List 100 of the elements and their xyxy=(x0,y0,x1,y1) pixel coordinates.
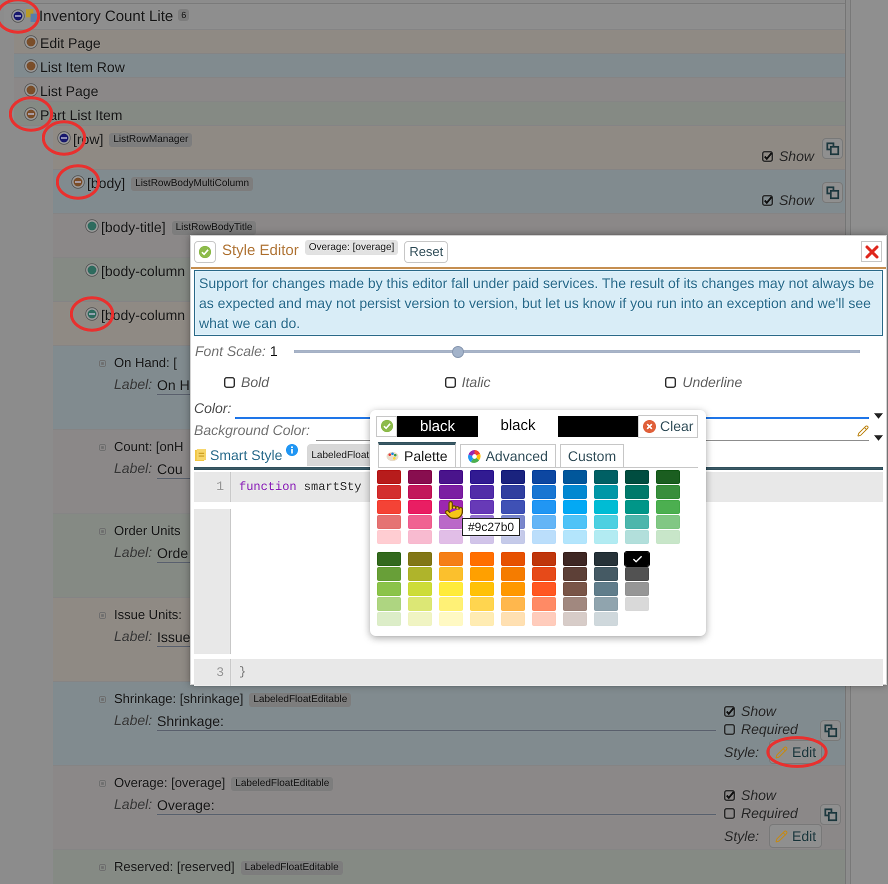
label-field[interactable]: Shrinkage: xyxy=(157,712,716,731)
color-swatch[interactable] xyxy=(501,552,525,566)
color-swatch[interactable] xyxy=(501,582,525,596)
color-swatch[interactable] xyxy=(408,552,432,566)
color-swatch[interactable] xyxy=(625,470,649,484)
color-swatch[interactable] xyxy=(439,530,463,544)
color-swatch[interactable] xyxy=(501,567,525,581)
color-swatch[interactable] xyxy=(377,612,401,626)
checkbox[interactable] xyxy=(724,790,735,800)
color-swatch[interactable] xyxy=(377,567,401,581)
color-swatch[interactable] xyxy=(625,567,649,581)
dropdown-caret-icon[interactable] xyxy=(874,413,883,419)
node-title[interactable]: [body-title] xyxy=(101,219,166,235)
color-swatch[interactable] xyxy=(594,515,618,529)
close-button[interactable] xyxy=(861,241,882,262)
color-swatch[interactable] xyxy=(377,515,401,529)
color-swatch[interactable] xyxy=(439,470,463,484)
color-swatch[interactable] xyxy=(408,500,432,514)
color-swatch[interactable] xyxy=(377,530,401,544)
color-swatch[interactable] xyxy=(563,552,587,566)
bullet-icon[interactable] xyxy=(99,696,106,702)
color-swatch[interactable] xyxy=(470,567,494,581)
color-swatch[interactable] xyxy=(594,485,618,499)
color-swatch[interactable] xyxy=(625,515,649,529)
color-swatch[interactable] xyxy=(563,567,587,581)
checkbox[interactable] xyxy=(444,376,456,388)
color-swatch[interactable] xyxy=(625,552,649,566)
bullet-icon[interactable] xyxy=(99,444,106,450)
color-swatch[interactable] xyxy=(408,530,432,544)
color-swatch[interactable] xyxy=(594,612,618,626)
color-swatch[interactable] xyxy=(470,582,494,596)
picker-tab[interactable]: Custom xyxy=(560,444,624,467)
expand-icon[interactable] xyxy=(85,263,99,277)
color-swatch[interactable] xyxy=(439,582,463,596)
color-swatch[interactable] xyxy=(563,530,587,544)
color-swatch[interactable] xyxy=(625,582,649,596)
color-swatch[interactable] xyxy=(377,582,401,596)
checkbox[interactable] xyxy=(762,194,773,206)
color-swatch[interactable] xyxy=(532,597,556,611)
collapse-icon[interactable] xyxy=(11,9,25,23)
color-swatch[interactable] xyxy=(408,612,432,626)
checkbox[interactable] xyxy=(665,376,676,388)
node-title[interactable]: List Page xyxy=(40,83,98,99)
apply-button[interactable] xyxy=(194,240,216,262)
checkbox[interactable] xyxy=(724,706,735,716)
color-swatch[interactable] xyxy=(563,470,587,484)
color-swatch[interactable] xyxy=(532,612,556,626)
color-swatch[interactable] xyxy=(625,597,649,611)
color-swatch[interactable] xyxy=(594,597,618,611)
reset-button[interactable]: Reset xyxy=(404,240,448,262)
editor-tab[interactable]: Smart Style xyxy=(194,443,300,467)
color-swatch[interactable] xyxy=(594,582,618,596)
color-swatch[interactable] xyxy=(377,500,401,514)
color-swatch[interactable] xyxy=(470,612,494,626)
node-title[interactable]: List Item Row xyxy=(40,59,125,75)
color-swatch[interactable] xyxy=(377,552,401,566)
color-swatch[interactable] xyxy=(563,485,587,499)
color-swatch[interactable] xyxy=(563,515,587,529)
color-swatch[interactable] xyxy=(377,470,401,484)
color-swatch[interactable] xyxy=(408,485,432,499)
copy-button[interactable] xyxy=(820,720,841,741)
color-swatch[interactable] xyxy=(656,530,680,544)
color-swatch[interactable] xyxy=(625,485,649,499)
expand-icon[interactable] xyxy=(24,83,38,97)
color-swatch[interactable] xyxy=(408,582,432,596)
color-swatch[interactable] xyxy=(501,485,525,499)
collapse-icon[interactable] xyxy=(57,131,71,145)
color-swatch[interactable] xyxy=(532,552,556,566)
color-swatch[interactable] xyxy=(501,470,525,484)
node-title[interactable]: Edit Page xyxy=(40,35,101,51)
color-swatch[interactable] xyxy=(656,515,680,529)
color-swatch[interactable] xyxy=(377,485,401,499)
color-swatch[interactable] xyxy=(470,552,494,566)
color-swatch[interactable] xyxy=(439,612,463,626)
copy-button[interactable] xyxy=(822,182,843,203)
collapse-icon[interactable] xyxy=(24,107,38,121)
slider-thumb[interactable] xyxy=(452,346,464,358)
color-swatch[interactable] xyxy=(625,500,649,514)
clear-button[interactable]: Clear xyxy=(638,414,698,438)
color-swatch[interactable] xyxy=(532,515,556,529)
color-swatch[interactable] xyxy=(439,552,463,566)
checkbox[interactable] xyxy=(224,376,235,388)
picker-tab[interactable]: Palette xyxy=(378,442,456,467)
color-swatch[interactable] xyxy=(408,567,432,581)
color-swatch[interactable] xyxy=(408,470,432,484)
bullet-icon[interactable] xyxy=(99,528,106,534)
checkbox[interactable] xyxy=(724,808,735,818)
copy-button[interactable] xyxy=(822,138,843,159)
expand-icon[interactable] xyxy=(24,59,38,73)
color-swatch[interactable] xyxy=(563,500,587,514)
picker-tab[interactable]: Advanced xyxy=(460,444,556,467)
color-swatch[interactable] xyxy=(408,515,432,529)
color-swatch[interactable] xyxy=(408,597,432,611)
bullet-icon[interactable] xyxy=(99,612,106,618)
color-swatch[interactable] xyxy=(656,500,680,514)
label-field[interactable]: Overage: xyxy=(157,796,716,815)
color-swatch[interactable] xyxy=(563,597,587,611)
color-swatch[interactable] xyxy=(594,530,618,544)
color-swatch[interactable] xyxy=(532,567,556,581)
color-swatch[interactable] xyxy=(532,500,556,514)
